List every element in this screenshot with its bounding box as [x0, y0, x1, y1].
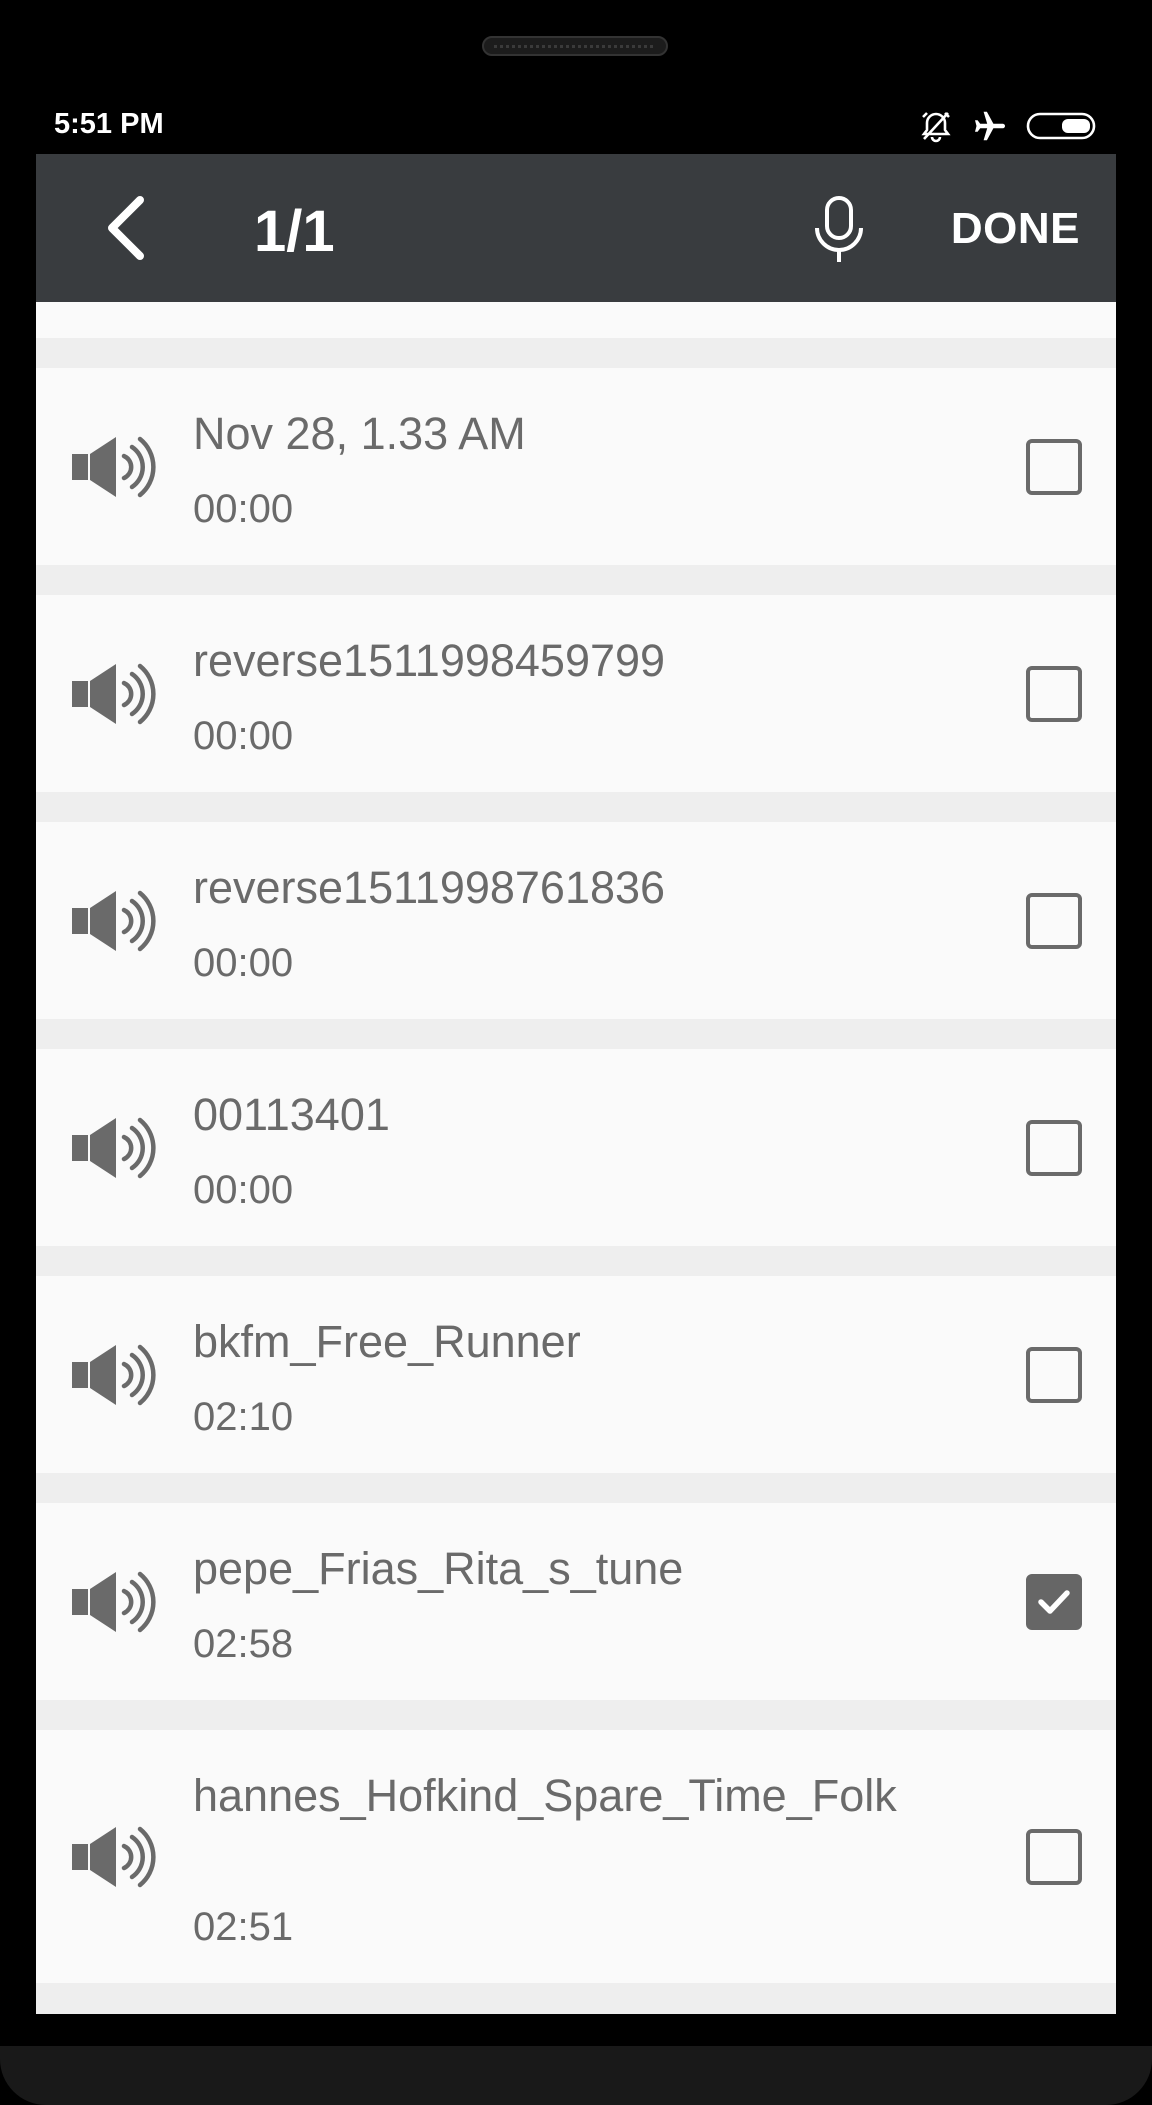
speaker-icon — [70, 1113, 160, 1183]
recording-duration: 00:00 — [193, 941, 294, 985]
list-top-strip — [36, 302, 1116, 338]
speaker-icon — [70, 432, 160, 502]
speaker-icon — [70, 1340, 160, 1410]
phone-frame: 5:51 PM 1/1 DONE Nov 28, 1.33 AM 00:00 r… — [0, 0, 1152, 2105]
speaker-icon — [70, 886, 160, 956]
list-item[interactable]: 00113401 00:00 — [36, 1049, 1116, 1246]
recording-title: reverse1511998761836 — [193, 862, 666, 913]
recording-duration: 02:51 — [193, 1905, 294, 1949]
recording-title: bkfm_Free_Runner — [193, 1316, 581, 1367]
recording-title: reverse1511998459799 — [193, 635, 666, 686]
recording-duration: 00:00 — [193, 714, 294, 758]
status-icons — [918, 108, 1100, 144]
recording-title: Nov 28, 1.33 AM — [193, 408, 526, 459]
recording-title: pepe_Frias_Rita_s_tune — [193, 1543, 684, 1594]
select-checkbox[interactable] — [1026, 438, 1082, 495]
list-item[interactable]: pepe_Frias_Rita_s_tune 02:58 — [36, 1503, 1116, 1700]
microphone-button[interactable] — [806, 194, 872, 266]
select-checkbox[interactable] — [1026, 665, 1082, 722]
alarm-off-icon — [918, 108, 954, 144]
battery-icon — [1026, 111, 1100, 141]
recording-duration: 02:10 — [193, 1395, 294, 1439]
select-checkbox-checked[interactable] — [1026, 1573, 1082, 1630]
speaker-icon — [70, 1567, 160, 1637]
list-item[interactable]: reverse1511998459799 00:00 — [36, 595, 1116, 792]
back-button[interactable] — [92, 192, 162, 264]
navigation-bar — [0, 2046, 1152, 2105]
status-time: 5:51 PM — [54, 108, 164, 140]
back-chevron-icon — [108, 196, 144, 260]
speaker-icon — [70, 1822, 160, 1892]
select-checkbox[interactable] — [1026, 1828, 1082, 1885]
app-screen: 1/1 DONE Nov 28, 1.33 AM 00:00 reverse15… — [36, 154, 1116, 2014]
recording-duration: 00:00 — [193, 1168, 294, 1212]
list-item[interactable]: reverse1511998761836 00:00 — [36, 822, 1116, 1019]
recording-title: 00113401 — [193, 1089, 390, 1140]
airplane-mode-icon — [972, 108, 1008, 144]
list-item[interactable]: Nov 28, 1.33 AM 00:00 — [36, 368, 1116, 565]
speaker-icon — [70, 659, 160, 729]
select-checkbox[interactable] — [1026, 1346, 1082, 1403]
status-bar: 5:51 PM — [36, 104, 1116, 154]
app-bar: 1/1 DONE — [36, 154, 1116, 302]
list-item[interactable]: bkfm_Free_Runner 02:10 — [36, 1276, 1116, 1473]
microphone-icon — [815, 196, 863, 262]
select-checkbox[interactable] — [1026, 892, 1082, 949]
list-item[interactable]: hannes_Hofkind_Spare_Time_Folk 02:51 — [36, 1730, 1116, 1983]
select-checkbox[interactable] — [1026, 1119, 1082, 1176]
earpiece-speaker — [482, 36, 668, 56]
recording-title: hannes_Hofkind_Spare_Time_Folk — [193, 1770, 897, 1821]
recording-duration: 00:00 — [193, 487, 294, 531]
recording-duration: 02:58 — [193, 1622, 294, 1666]
selection-count-title: 1/1 — [254, 199, 335, 264]
checkmark-icon — [1038, 1589, 1070, 1614]
done-button[interactable]: DONE — [951, 204, 1080, 254]
